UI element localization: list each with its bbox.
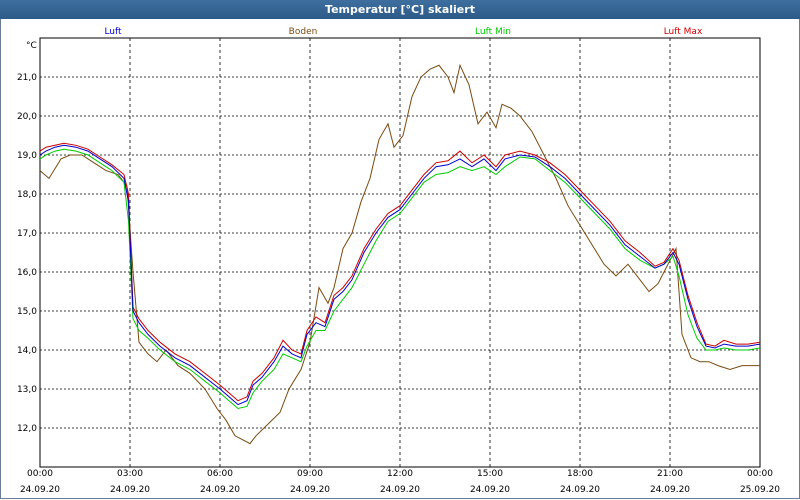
y-tick-label: 18,0 [17,190,37,200]
x-tick-time: 00:00 [747,469,773,479]
y-tick-label: 19,0 [17,151,37,161]
temperature-chart: 12,0 13,0 14,0 15,0 16,0 17,0 18,0 19,0 20,0 21,0… [17,27,780,495]
plot-area [39,37,761,468]
y-tick-label: 13,0 [17,385,37,395]
x-tick-date: 24.09.20 [650,485,690,495]
x-tick-date: 24.09.20 [380,485,420,495]
legend: Luft Boden Luft Min Luft Max [104,27,703,37]
x-tick-date: 24.09.20 [200,485,240,495]
x-tick-date: 24.09.20 [560,485,600,495]
y-axis-unit: °C [26,41,37,51]
x-tick-time: 00:00 [27,469,53,479]
y-tick-label: 21,0 [17,73,37,83]
x-tick-date: 25.09.20 [740,485,780,495]
y-tick-label: 20,0 [17,112,37,122]
x-tick-time: 15:00 [477,469,503,479]
y-tick-label: 15,0 [17,307,37,317]
x-tick-time: 21:00 [657,469,683,479]
x-tick-date: 24.09.20 [290,485,330,495]
y-tick-label: 12,0 [17,424,37,434]
x-tick-time: 09:00 [297,469,323,479]
y-tick-label: 17,0 [17,229,37,239]
legend-item-luft: Luft [104,27,122,37]
y-tick-label: 14,0 [17,346,37,356]
legend-item-boden: Boden [289,27,318,37]
x-tick-date: 24.09.20 [110,485,150,495]
plot-border [39,37,761,468]
grid-lines [40,38,760,467]
y-tick-label: 16,0 [17,268,37,278]
x-tick-time: 03:00 [117,469,143,479]
x-tick-time: 18:00 [567,469,593,479]
x-tick-time: 06:00 [207,469,233,479]
x-tick-date: 24.09.20 [470,485,510,495]
x-tick-time: 12:00 [387,469,413,479]
legend-item-luft-min: Luft Min [475,27,511,37]
x-tick-date: 24.09.20 [20,485,60,495]
legend-item-luft-max: Luft Max [664,27,703,37]
